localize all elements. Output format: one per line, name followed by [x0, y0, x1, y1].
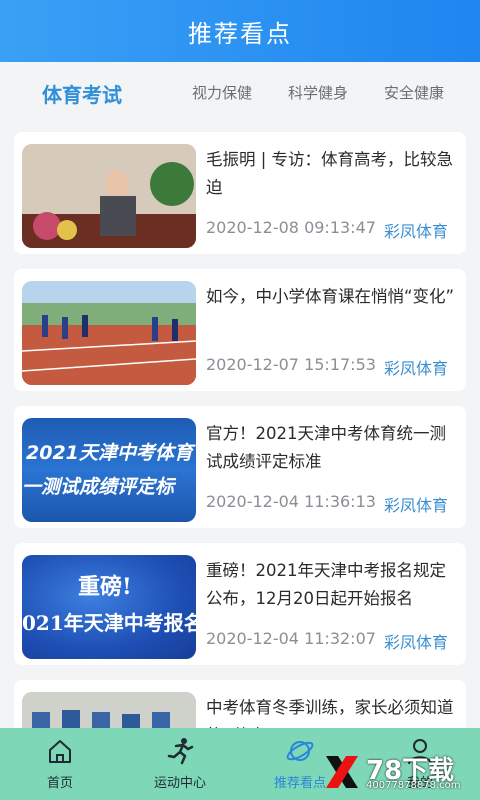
article-thumbnail — [22, 144, 196, 248]
article-source: 彩凤体育 — [384, 633, 449, 652]
article-title: 重磅！2021年天津中考报名规定公布，12月20日起开始报名 — [206, 561, 446, 608]
article-thumbnail — [22, 281, 196, 385]
tab-eye-care[interactable]: 视力保健 — [192, 82, 252, 103]
page-title: 推荐看点 — [188, 19, 292, 48]
tab-sports-exam[interactable]: 体育考试 — [42, 79, 122, 108]
home-icon — [49, 740, 71, 763]
article-source: 彩凤体育 — [384, 359, 449, 378]
article-date: 2020-12-04 11:36:13 — [206, 492, 376, 511]
article-thumbnail — [22, 692, 196, 728]
article-title: 中考体育冬季训练，家长必须知道的5件事！ — [206, 698, 454, 728]
tab-fitness[interactable]: 科学健身 — [288, 82, 348, 103]
article-list: 毛振明 | 专访：体育高考，比较急迫 2020-12-08 09:13:47 彩… — [0, 122, 480, 728]
nav-label: 运动中心 — [153, 776, 206, 791]
article-source: 彩凤体育 — [384, 222, 449, 241]
article-date: 2020-12-07 15:17:53 — [206, 355, 376, 374]
article-thumbnail: 重磅! 021年天津中考报名 — [22, 555, 196, 659]
article-title: 如今，中小学体育课在悄悄“变化” — [206, 287, 455, 306]
article-card[interactable]: 重磅! 021年天津中考报名 重磅！2021年天津中考报名规定公布，12月20日… — [14, 543, 466, 665]
page-header: 推荐看点 — [0, 0, 480, 62]
tab-safety[interactable]: 安全健康 — [384, 82, 444, 103]
article-date: 2020-12-04 11:32:07 — [206, 629, 376, 648]
article-card[interactable]: 中考体育冬季训练，家长必须知道的5件事！ — [14, 680, 466, 728]
thumbnail-text: 一测试成绩评定标 — [22, 476, 175, 498]
article-card[interactable]: 2021天津中考体育 一测试成绩评定标 官方！2021天津中考体育统一测试成绩评… — [14, 406, 466, 528]
article-source: 彩凤体育 — [384, 496, 449, 515]
thumbnail-text: 重磅! — [78, 574, 132, 600]
nav-label: 推荐看点 — [273, 776, 326, 791]
article-date: 2020-12-08 09:13:47 — [206, 218, 376, 237]
nav-home[interactable]: 首页 — [0, 728, 120, 800]
runner-icon — [167, 738, 194, 765]
article-card[interactable]: 如今，中小学体育课在悄悄“变化” 2020-12-07 15:17:53 彩凤体… — [14, 269, 466, 391]
nav-label: 首页 — [46, 776, 73, 791]
category-tabs: 体育考试 视力保健 科学健身 安全健康 — [0, 62, 480, 120]
article-title: 官方！2021天津中考体育统一测试成绩评定标准 — [206, 424, 446, 471]
thumbnail-text: 021年天津中考报名 — [22, 611, 196, 635]
planet-icon — [286, 741, 314, 761]
nav-sport-center[interactable]: 运动中心 — [120, 728, 240, 800]
article-title: 毛振明 | 专访：体育高考，比较急迫 — [206, 150, 454, 197]
watermark-logo: 78下载 40077878878.com — [322, 750, 472, 796]
watermark-url: 40077878878.com — [366, 780, 461, 791]
article-thumbnail: 2021天津中考体育 一测试成绩评定标 — [22, 418, 196, 522]
article-card[interactable]: 毛振明 | 专访：体育高考，比较急迫 2020-12-08 09:13:47 彩… — [14, 132, 466, 254]
thumbnail-text: 2021天津中考体育 — [26, 442, 193, 464]
x-logo-icon — [326, 756, 358, 788]
